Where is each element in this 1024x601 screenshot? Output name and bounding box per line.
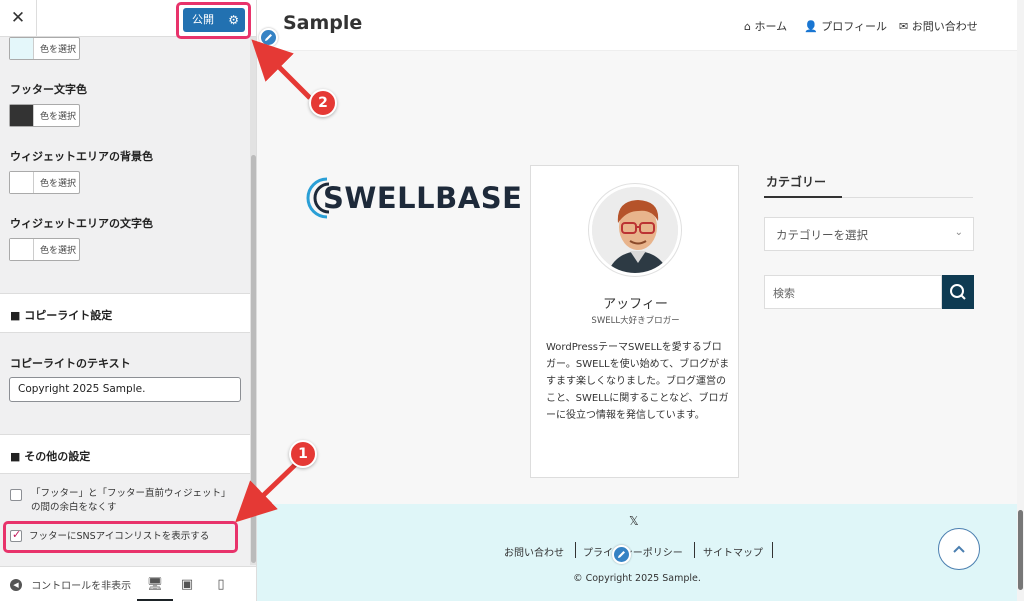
footer-link-sitemap[interactable]: サイトマップ <box>703 544 763 559</box>
remove-gap-label: 「フッター」と「フッター直前ウィジェット」 の間の余白をなくす <box>31 487 246 515</box>
chevron-down-icon: ⌄ <box>954 227 963 238</box>
chevron-up-icon <box>953 545 965 553</box>
tablet-preview-icon[interactable]: ▣ <box>177 575 197 595</box>
color-swatch <box>10 105 34 126</box>
color-pick-label: 色を選択 <box>40 246 77 256</box>
site-title[interactable]: Sample <box>283 12 362 34</box>
remove-gap-checkbox[interactable] <box>10 489 22 501</box>
color-pick-label: 色を選択 <box>40 179 77 189</box>
category-select[interactable]: カテゴリーを選択 ⌄ <box>764 217 974 251</box>
color-swatch <box>10 239 34 260</box>
mobile-preview-icon[interactable]: ▯ <box>211 575 231 595</box>
widget-text-color-label: ウィジェットエリアの文字色 <box>10 217 153 230</box>
search-input[interactable]: 検索 <box>764 275 942 309</box>
sidebar-scrollbar-thumb[interactable] <box>251 155 256 563</box>
site-header: Sample ⌂ ホーム 👤 プロフィール ✉ お問い合わせ <box>257 0 1017 51</box>
annotation-badge-2: 2 <box>309 89 337 117</box>
color-picker-footer-bg[interactable]: 色を選択 <box>9 37 80 60</box>
footer-copyright: © Copyright 2025 Sample. <box>573 573 701 584</box>
nav-label: プロフィール <box>821 20 887 33</box>
copyright-section-heading: ■ コピーライト設定 <box>0 293 250 333</box>
edit-shortcut-header[interactable] <box>259 28 278 47</box>
pre-footer-gap <box>257 51 1017 101</box>
close-button[interactable]: ✕ <box>0 0 37 37</box>
swellbase-logo: SWELLBASE <box>305 175 522 221</box>
search-icon <box>950 284 966 300</box>
footer-link-separator <box>772 542 773 558</box>
x-twitter-icon[interactable]: 𝕏 <box>629 514 639 528</box>
annotation-badge-1: 1 <box>289 440 317 468</box>
pencil-icon <box>618 551 625 558</box>
color-picker-widget-bg[interactable]: 色を選択 <box>9 171 80 194</box>
home-icon: ⌂ <box>744 20 751 33</box>
sidebar-footer: ◀ コントロールを非表示 🖥 ▣ ▯ <box>0 566 256 601</box>
profile-subtitle: SWELL大好きブロガー <box>591 316 680 326</box>
site-preview: Sample ⌂ ホーム 👤 プロフィール ✉ お問い合わせ SWELLBASE <box>257 0 1024 601</box>
category-title-accent <box>764 196 842 198</box>
remove-gap-label-line1: 「フッター」と「フッター直前ウィジェット」 <box>31 488 231 499</box>
highlight-box-sns-option <box>3 521 238 553</box>
avatar <box>589 184 681 276</box>
footer-link-separator <box>694 542 695 558</box>
desktop-preview-icon[interactable]: 🖥 <box>145 575 165 595</box>
profile-card: アッフィー SWELL大好きブロガー WordPressテーマSWELLを愛する… <box>530 165 739 478</box>
profile-name: アッフィー <box>603 297 668 312</box>
hide-controls-label: コントロールを非表示 <box>31 581 132 592</box>
site-footer: 𝕏 お問い合わせ プライバシーポリシー サイトマップ © Copyright 2… <box>257 504 1017 601</box>
nav-item-profile[interactable]: 👤 プロフィール <box>804 18 887 34</box>
copyright-text-label: コピーライトのテキスト <box>10 357 131 370</box>
user-icon: 👤 <box>804 20 818 33</box>
hide-controls-button[interactable]: ◀ コントロールを非表示 <box>10 577 131 592</box>
collapse-left-icon: ◀ <box>10 578 22 591</box>
nav-label: お問い合わせ <box>911 20 978 33</box>
color-picker-footer-text[interactable]: 色を選択 <box>9 104 80 127</box>
nav-item-contact[interactable]: ✉ お問い合わせ <box>899 18 978 34</box>
profile-description: WordPressテーマSWELLを愛するブロガー。SWELLを使い始めて、ブロ… <box>546 342 730 421</box>
envelope-icon: ✉ <box>899 20 909 33</box>
nav-label: ホーム <box>754 20 788 33</box>
pencil-icon <box>265 34 272 41</box>
color-pick-label: 色を選択 <box>40 112 77 122</box>
copyright-input[interactable]: Copyright 2025 Sample. <box>9 377 241 402</box>
footer-link-contact[interactable]: お問い合わせ <box>504 544 564 559</box>
other-settings-heading: ■ その他の設定 <box>0 434 250 474</box>
footer-link-privacy[interactable]: プライバシーポリシー <box>583 544 683 559</box>
preview-scrollbar-thumb[interactable] <box>1018 510 1023 590</box>
color-swatch <box>10 172 34 193</box>
nav-item-home[interactable]: ⌂ ホーム <box>744 18 787 34</box>
remove-gap-label-line2: の間の余白をなくす <box>31 502 117 513</box>
footer-text-color-label: フッター文字色 <box>10 83 87 96</box>
widget-bg-color-label: ウィジェットエリアの背景色 <box>10 150 153 163</box>
color-picker-widget-text[interactable]: 色を選択 <box>9 238 80 261</box>
color-swatch <box>10 38 34 59</box>
footer-link-separator <box>575 542 576 558</box>
color-pick-label: 色を選択 <box>40 45 77 55</box>
edit-shortcut-footer[interactable] <box>612 545 631 564</box>
category-select-value: カテゴリーを選択 <box>776 228 868 242</box>
highlight-box-publish <box>176 2 251 39</box>
search-button[interactable] <box>942 275 974 309</box>
customizer-sidebar: ✕ 公開 ⚙ 色を選択 フッター文字色 色を選択 ウィジェットエリアの背景色 色… <box>0 0 257 601</box>
back-to-top-button[interactable] <box>938 528 980 570</box>
category-widget-title: カテゴリー <box>766 175 827 189</box>
logo-text: SWELLBASE <box>323 181 523 215</box>
footer-widget-area: SWELLBASE アッフィー SWELL大好きブロガー WordPressテー <box>257 101 1017 504</box>
